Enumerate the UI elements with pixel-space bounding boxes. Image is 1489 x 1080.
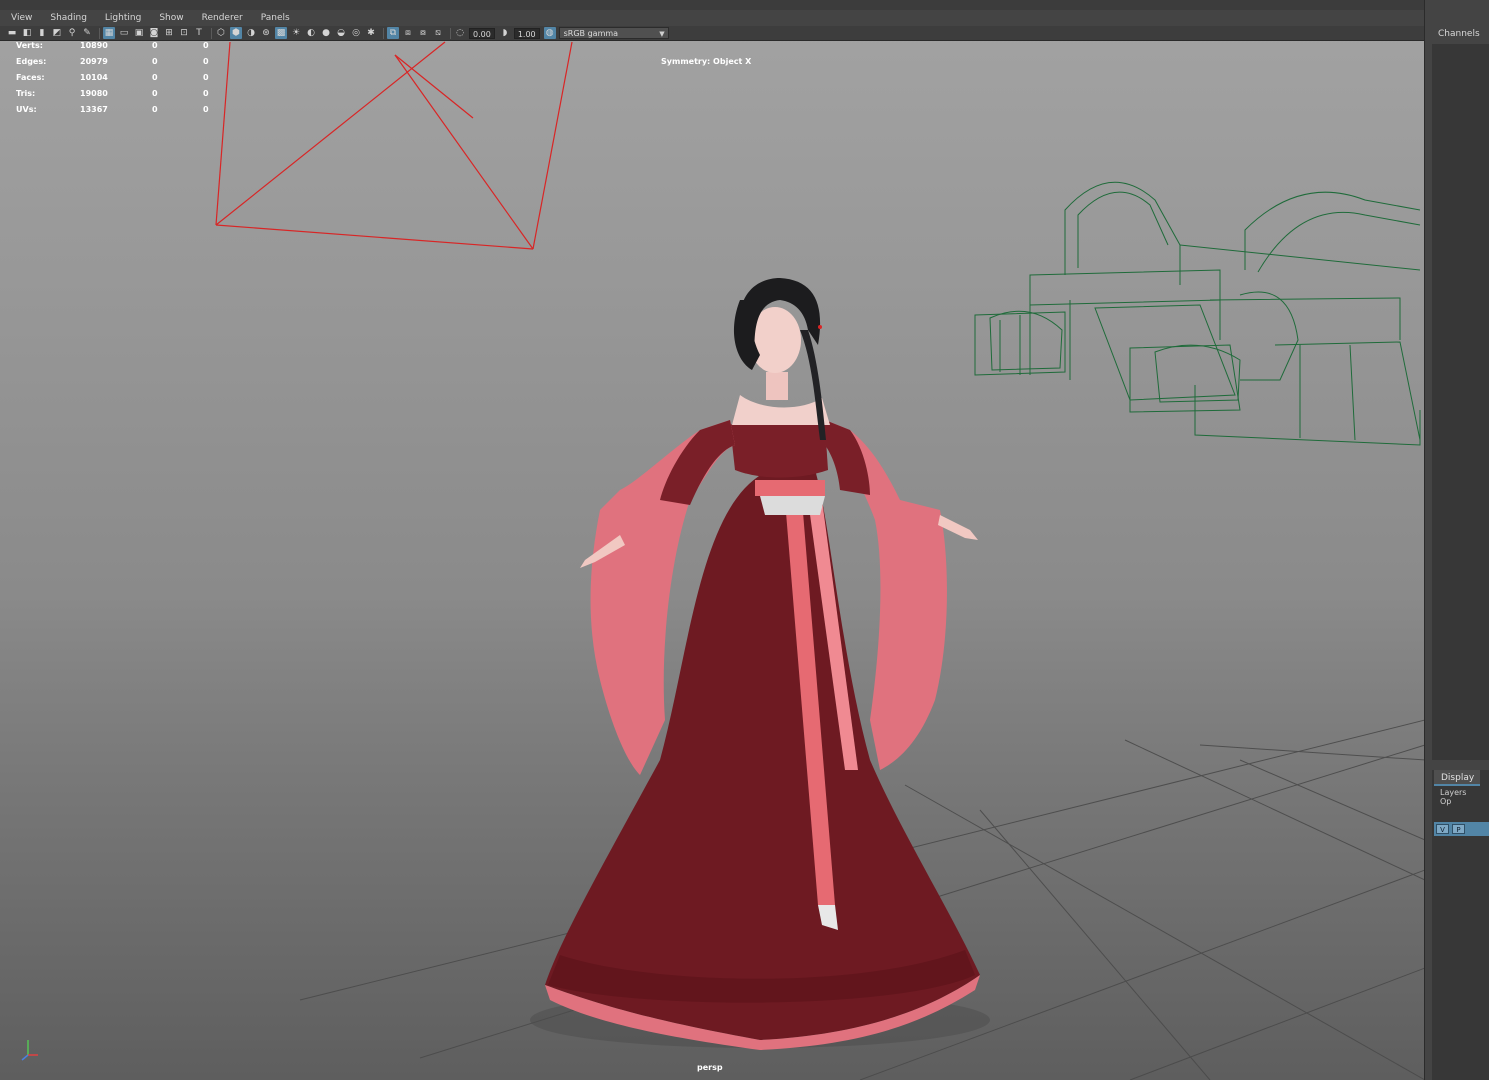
camera-attributes-icon[interactable]: ◧	[21, 27, 33, 39]
channels-title[interactable]: Channels	[1438, 29, 1480, 39]
toolbar-separator	[383, 27, 384, 39]
field-chart-icon[interactable]: ⊞	[163, 27, 175, 39]
visibility-toggle[interactable]: V	[1436, 824, 1449, 834]
use-all-lights-icon[interactable]: ☀	[290, 27, 302, 39]
grid-icon[interactable]: ▦	[103, 27, 115, 39]
isolate-select-icon[interactable]: ⧉	[387, 27, 399, 39]
bookmark-icon[interactable]: ▮	[36, 27, 48, 39]
tab-display[interactable]: Display	[1434, 770, 1480, 786]
view-transform-value: sRGB gamma	[563, 29, 619, 38]
hud-row-faces: Faces: 10104 0 0	[16, 73, 226, 89]
gamma-field[interactable]: 1.00	[513, 27, 540, 39]
wireframe-props	[974, 181, 1421, 446]
hud-value: 0	[203, 89, 209, 98]
menu-show[interactable]: Show	[156, 13, 186, 23]
view-transform-select[interactable]: sRGB gamma ▼	[558, 27, 669, 39]
smooth-shade-icon[interactable]: ⬢	[230, 27, 242, 39]
safe-title-icon[interactable]: T	[193, 27, 205, 39]
hud-value: 0	[152, 89, 158, 98]
hud-label: Edges:	[16, 57, 47, 66]
panel-toolbar: ▬ ◧ ▮ ◩ ⚲ ✎ ▦ ▭ ▣ ◙ ⊞ ⊡ T ⬡ ⬢ ◑ ⊛ ▩ ☀ ◐ …	[0, 26, 1424, 41]
poly-count-hud: Verts: 10890 0 0 Edges: 20979 0 0 Faces:…	[16, 41, 226, 121]
color-management-icon[interactable]: ◍	[543, 27, 556, 39]
gate-mask-icon[interactable]: ◙	[148, 27, 160, 39]
chevron-down-icon: ▼	[659, 30, 665, 38]
motion-blur-icon[interactable]: ◒	[335, 27, 347, 39]
hud-value: 20979	[80, 57, 108, 66]
exposure-field[interactable]: 0.00	[469, 27, 495, 39]
menu-lighting[interactable]: Lighting	[102, 13, 144, 23]
toolbar-separator	[99, 27, 100, 39]
select-camera-icon[interactable]: ▬	[6, 27, 18, 39]
camera-name-label: persp	[697, 1063, 723, 1072]
menu-options[interactable]: Op	[1440, 797, 1451, 806]
channel-box-panel: Channels Display Layers Op V P	[1426, 0, 1489, 1080]
symmetry-indicator: Symmetry: Object X	[661, 57, 752, 66]
channels-list[interactable]	[1432, 44, 1489, 760]
hud-row-tris: Tris: 19080 0 0	[16, 89, 226, 105]
menu-renderer[interactable]: Renderer	[199, 13, 246, 23]
hud-value: 0	[152, 73, 158, 82]
film-gate-icon[interactable]: ▭	[118, 27, 130, 39]
hud-value: 0	[152, 105, 158, 114]
menu-shading[interactable]: Shading	[47, 13, 90, 23]
hud-value: 19080	[80, 89, 108, 98]
hud-value: 0	[203, 41, 209, 50]
hud-row-edges: Edges: 20979 0 0	[16, 57, 226, 73]
scene-canvas[interactable]	[0, 0, 1425, 1080]
depth-of-field-icon[interactable]: ✱	[365, 27, 377, 39]
xray-joints-icon[interactable]: ⧇	[417, 27, 429, 39]
hud-row-uvs: UVs: 13367 0 0	[16, 105, 226, 121]
hud-value: 10104	[80, 73, 108, 82]
hud-label: Verts:	[16, 41, 43, 50]
hud-row-verts: Verts: 10890 0 0	[16, 41, 226, 57]
playback-toggle[interactable]: P	[1452, 824, 1465, 834]
2d-pan-zoom-icon[interactable]: ⚲	[66, 27, 78, 39]
layer-menubar: Layers Op	[1440, 788, 1489, 806]
hud-value: 0	[203, 73, 209, 82]
hud-label: Tris:	[16, 89, 36, 98]
image-plane-icon[interactable]: ◩	[51, 27, 63, 39]
hud-value: 13367	[80, 105, 108, 114]
grease-pencil-icon[interactable]: ✎	[81, 27, 93, 39]
wireframe-icon[interactable]: ⬡	[215, 27, 227, 39]
gamma-icon[interactable]: ◗	[499, 27, 511, 39]
safe-action-icon[interactable]: ⊡	[178, 27, 190, 39]
resolution-gate-icon[interactable]: ▣	[133, 27, 145, 39]
hud-label: Faces:	[16, 73, 45, 82]
default-material-icon[interactable]: ◑	[245, 27, 257, 39]
menu-view[interactable]: View	[8, 13, 35, 23]
menu-layers[interactable]: Layers	[1440, 788, 1466, 797]
textured-icon[interactable]: ▩	[275, 27, 287, 39]
hud-label: UVs:	[16, 105, 37, 114]
exposure-icon[interactable]: ◌	[454, 27, 466, 39]
hud-value: 0	[203, 105, 209, 114]
multisample-aa-icon[interactable]: ◎	[350, 27, 362, 39]
toolbar-separator	[211, 27, 212, 39]
camera-frustum	[215, 41, 573, 250]
wireframe-on-shaded-icon[interactable]: ⊛	[260, 27, 272, 39]
display-layer-row[interactable]: V P	[1434, 822, 1489, 836]
menu-panels[interactable]: Panels	[258, 13, 293, 23]
3d-viewport[interactable]: View Shading Lighting Show Renderer Pane…	[0, 0, 1425, 1080]
xray-icon[interactable]: ⧈	[402, 27, 414, 39]
character-model	[530, 278, 990, 1050]
title-strip	[0, 0, 1424, 10]
hud-value: 0	[152, 41, 158, 50]
hud-value: 0	[203, 57, 209, 66]
shadows-icon[interactable]: ◐	[305, 27, 317, 39]
xray-components-icon[interactable]: ⧅	[432, 27, 444, 39]
toolbar-separator	[450, 27, 451, 39]
axis-gizmo	[21, 1040, 38, 1061]
layer-editor[interactable]	[1432, 770, 1489, 1080]
ambient-occlusion-icon[interactable]: ●	[320, 27, 332, 39]
hud-value: 0	[152, 57, 158, 66]
panel-menubar: View Shading Lighting Show Renderer Pane…	[0, 10, 1424, 26]
hud-value: 10890	[80, 41, 108, 50]
